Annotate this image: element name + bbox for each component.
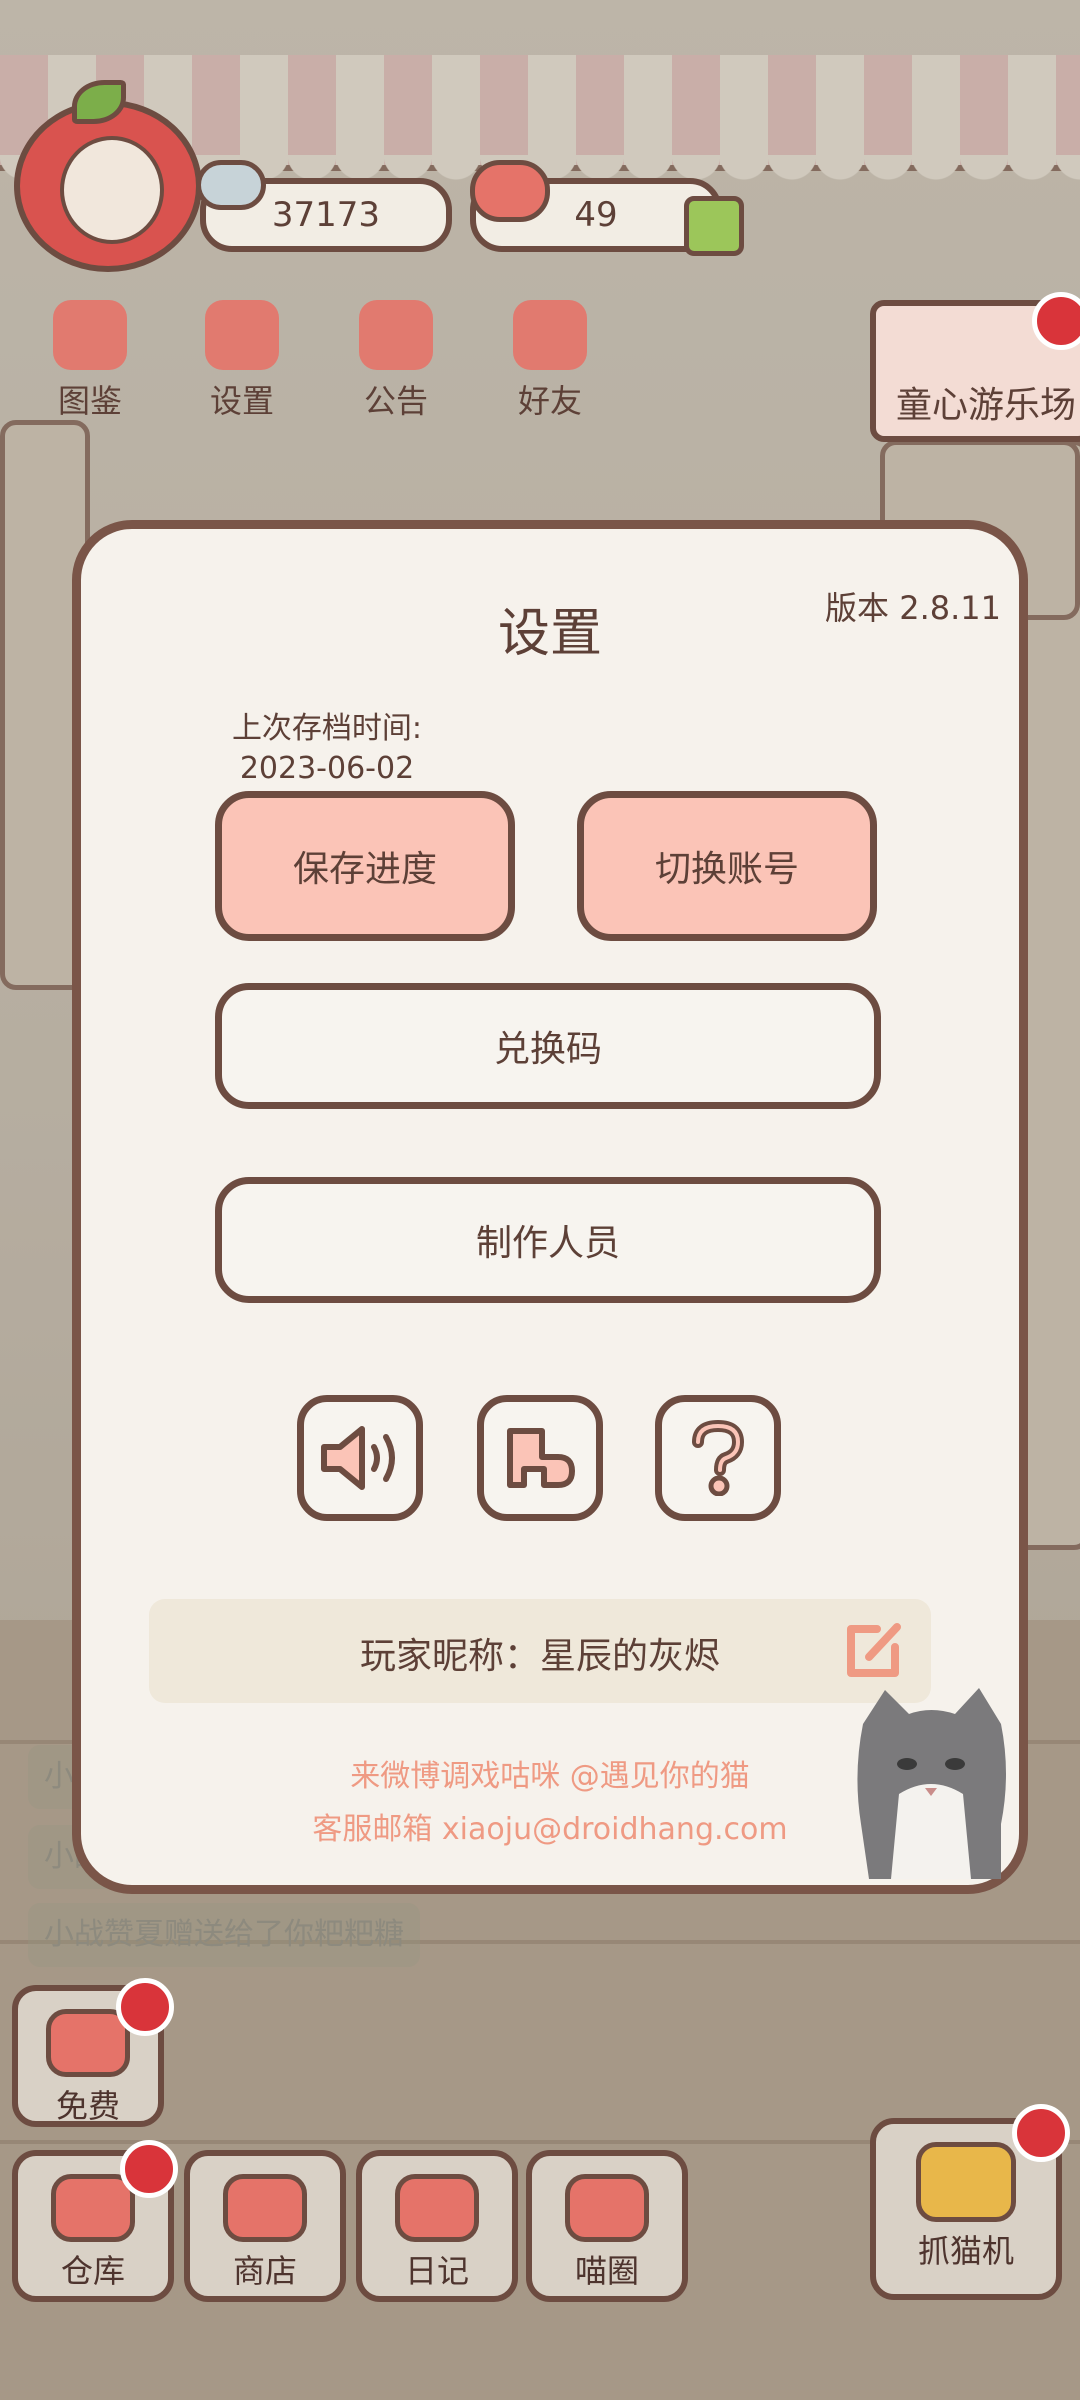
nickname-label: 玩家昵称：星辰的灰烬	[359, 1636, 720, 1677]
claw-badge	[1012, 2104, 1070, 2162]
hud-button-announcement[interactable]: 公告	[336, 300, 456, 422]
edit-icon	[847, 1623, 901, 1677]
coin-count: 37173	[271, 195, 381, 235]
free-badge	[116, 1978, 174, 2036]
add-hearts-icon[interactable]	[684, 196, 744, 256]
nav-shop[interactable]: 商店	[184, 2150, 346, 2302]
credits-button[interactable]: 制作人员	[215, 1177, 881, 1303]
help-button[interactable]	[655, 1395, 781, 1521]
nav-cat-circle[interactable]: 喵圈	[526, 2150, 688, 2302]
fish-icon	[196, 160, 266, 210]
hud-button-friends[interactable]: 好友	[490, 300, 610, 422]
amusement-park-label: 童心游乐场	[896, 385, 1077, 426]
redeem-code-button[interactable]: 兑换码	[215, 983, 881, 1109]
warehouse-icon	[51, 2174, 135, 2242]
version-label: 版本 2.8.11	[825, 589, 1001, 627]
edit-nickname-button[interactable]	[843, 1617, 907, 1681]
heart-count: 49	[574, 195, 618, 235]
shop-icon	[223, 2174, 307, 2242]
question-icon	[692, 1420, 745, 1496]
nickname-bar: 玩家昵称：星辰的灰烬	[149, 1599, 931, 1703]
gift-icon	[359, 300, 433, 370]
heart-icon	[46, 2009, 130, 2077]
cat-head-icon	[53, 300, 127, 370]
cat-planet-icon	[565, 2174, 649, 2242]
avatar-face	[60, 136, 164, 244]
player-avatar[interactable]	[14, 80, 202, 272]
save-progress-button[interactable]: 保存进度	[215, 791, 515, 941]
friends-icon	[513, 300, 587, 370]
speaker-icon	[321, 1426, 395, 1490]
sound-button[interactable]	[297, 1395, 423, 1521]
nav-diary[interactable]: 日记	[356, 2150, 518, 2302]
warehouse-badge	[120, 2140, 178, 2198]
chat-line: 小战赞夏赠送给了你粑粑糖	[28, 1903, 420, 1967]
heart-icon	[470, 160, 550, 222]
last-save-label: 上次存档时间:	[231, 711, 423, 746]
gear-icon	[205, 300, 279, 370]
diary-icon	[395, 2174, 479, 2242]
hud-button-collection[interactable]: 图鉴	[30, 300, 150, 422]
vibration-button[interactable]	[477, 1395, 603, 1521]
switch-account-button[interactable]: 切换账号	[577, 791, 877, 941]
cat-photo	[857, 1688, 1006, 1879]
fan-icon	[507, 1428, 575, 1488]
settings-dialog: 设置 版本 2.8.11 上次存档时间: 2023-06-02 19:27 保存…	[72, 520, 1028, 1894]
hud-button-settings[interactable]: 设置	[182, 300, 302, 422]
claw-icon	[916, 2142, 1016, 2222]
